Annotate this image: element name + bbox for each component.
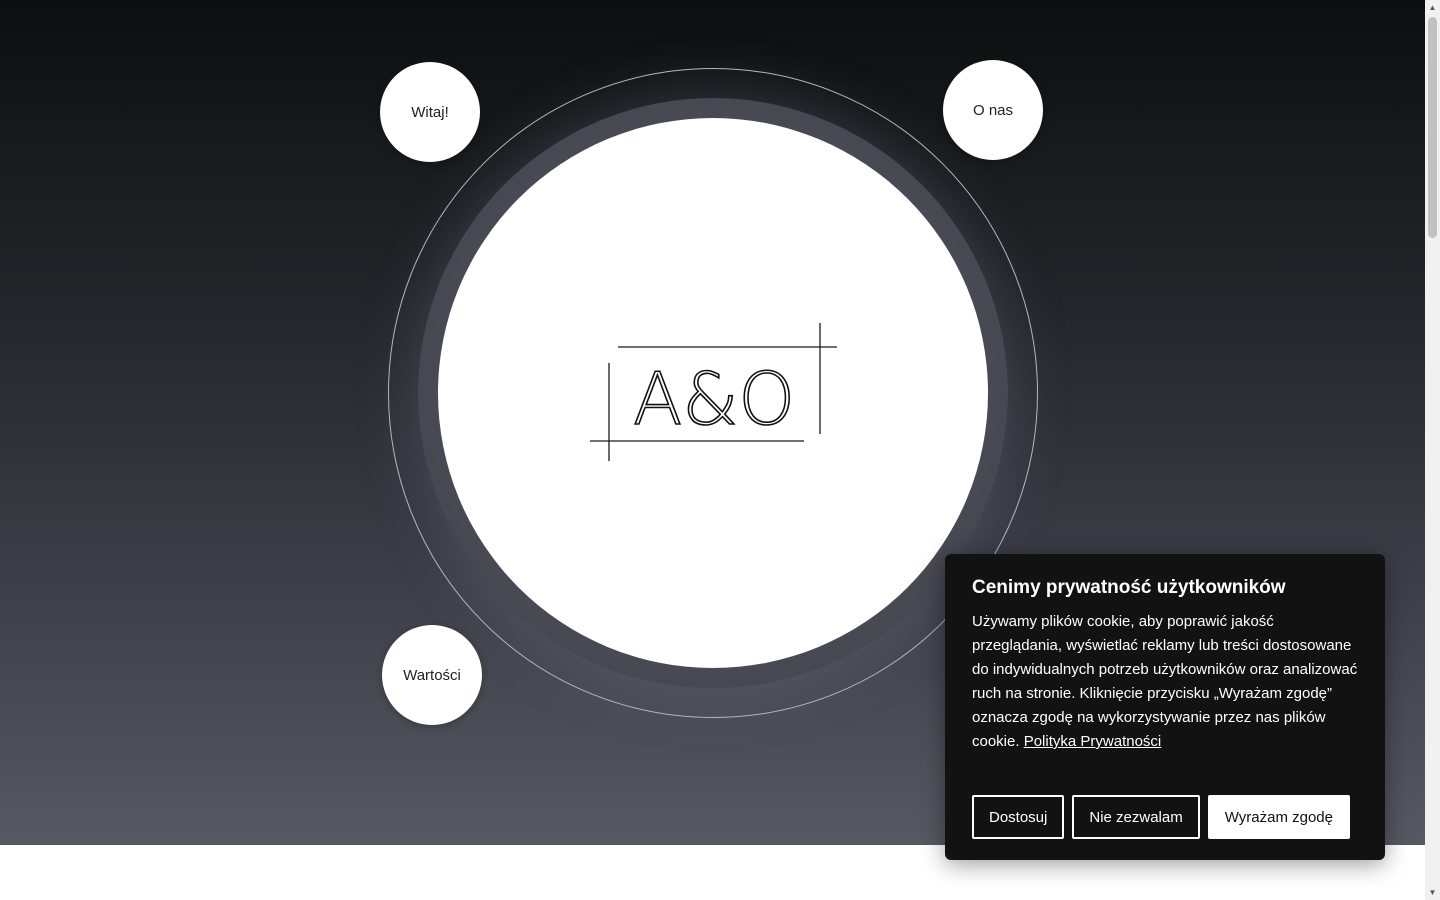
nav-bubble-welcome[interactable]: Witaj! xyxy=(380,62,480,162)
cookie-body-text: Używamy plików cookie, aby poprawić jako… xyxy=(972,613,1358,750)
page-scrollbar[interactable]: ▲ ▼ xyxy=(1425,0,1440,900)
nav-bubble-about[interactable]: O nas xyxy=(943,60,1043,160)
nav-bubble-values-label: Wartości xyxy=(403,666,461,684)
reject-button[interactable]: Nie zezwalam xyxy=(1072,795,1200,839)
cookie-consent-panel: Cenimy prywatność użytkowników Używamy p… xyxy=(945,554,1385,860)
nav-bubble-values[interactable]: Wartości xyxy=(382,625,482,725)
cookie-button-row: Dostosuj Nie zezwalam Wyrażam zgodę xyxy=(972,795,1350,839)
cookie-description: Używamy plików cookie, aby poprawić jako… xyxy=(972,610,1358,754)
scroll-up-arrow-icon[interactable]: ▲ xyxy=(1425,0,1440,15)
nav-bubble-welcome-label: Witaj! xyxy=(411,103,449,121)
cookie-title: Cenimy prywatność użytkowników xyxy=(972,577,1286,598)
accept-button[interactable]: Wyrażam zgodę xyxy=(1207,795,1350,839)
privacy-policy-link[interactable]: Polityka Prywatności xyxy=(1024,733,1162,750)
nav-bubble-about-label: O nas xyxy=(972,101,1014,119)
brand-logo[interactable]: A&O xyxy=(588,321,838,463)
customize-button[interactable]: Dostosuj xyxy=(972,795,1065,839)
logo-text: A&O xyxy=(633,357,795,441)
scroll-down-arrow-icon[interactable]: ▼ xyxy=(1425,885,1440,900)
center-disc: A&O xyxy=(438,118,988,668)
scrollbar-thumb[interactable] xyxy=(1428,17,1437,238)
